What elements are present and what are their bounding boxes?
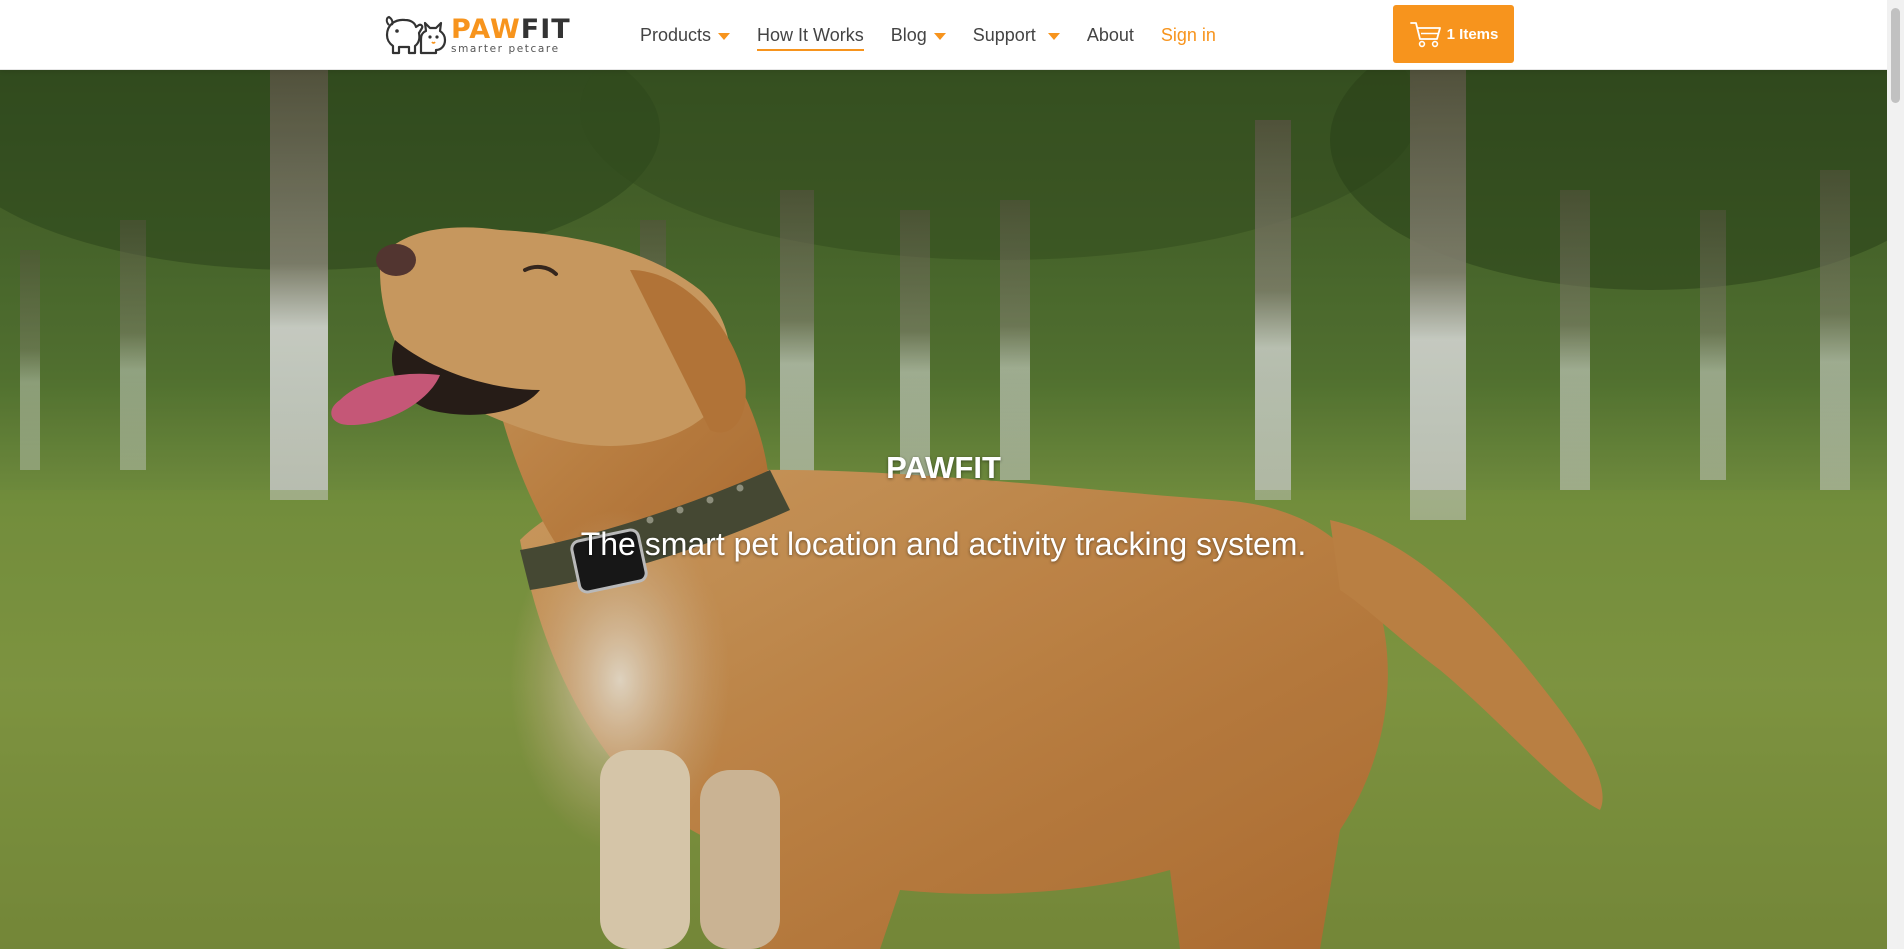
dog-cat-logo-icon xyxy=(385,15,447,55)
shopping-cart-icon xyxy=(1409,22,1441,48)
page-scrollbar[interactable] xyxy=(1887,0,1904,949)
logo-name-part1: PAW xyxy=(451,13,521,45)
nav-item-label: Sign in xyxy=(1160,24,1216,45)
site-header: PAWFIT smarter petcare Products How It W… xyxy=(0,0,1887,70)
hero-subtitle: The smart pet location and activity trac… xyxy=(580,526,1307,562)
logo-wordmark: PAWFIT smarter petcare xyxy=(451,16,571,55)
hero-title: PAWFIT xyxy=(886,450,1001,485)
caret-down-icon xyxy=(933,32,946,40)
main-nav: Products How It Works Blog Support About… xyxy=(640,0,1243,70)
cart-button[interactable]: 1 Items xyxy=(1393,5,1514,63)
hero-section: PAWFIT The smart pet location and activi… xyxy=(0,70,1887,949)
nav-item-label: About xyxy=(1086,24,1134,45)
logo-tagline: smarter petcare xyxy=(451,42,560,55)
scrollbar-thumb[interactable] xyxy=(1891,8,1900,103)
nav-item-products[interactable]: Products xyxy=(640,0,731,70)
logo-name-part2: FIT xyxy=(520,13,571,45)
logo-name: PAWFIT xyxy=(451,16,571,43)
caret-down-icon xyxy=(1047,32,1060,40)
nav-item-label: How It Works xyxy=(757,25,864,51)
caret-down-icon xyxy=(718,32,731,40)
hero-text-overlay: PAWFIT The smart pet location and activi… xyxy=(0,70,1887,949)
nav-item-support[interactable]: Support xyxy=(973,0,1060,70)
nav-item-about[interactable]: About xyxy=(1087,0,1134,70)
nav-item-how-it-works[interactable]: How It Works xyxy=(757,0,864,70)
pawfit-logo[interactable]: PAWFIT smarter petcare xyxy=(383,13,571,57)
cart-count-label: 1 Items xyxy=(1446,25,1499,43)
nav-item-label: Blog xyxy=(890,24,927,45)
nav-item-blog[interactable]: Blog xyxy=(891,0,946,70)
nav-item-label: Products xyxy=(640,24,712,45)
nav-item-label: Support xyxy=(972,24,1036,45)
nav-item-sign-in[interactable]: Sign in xyxy=(1161,0,1216,70)
